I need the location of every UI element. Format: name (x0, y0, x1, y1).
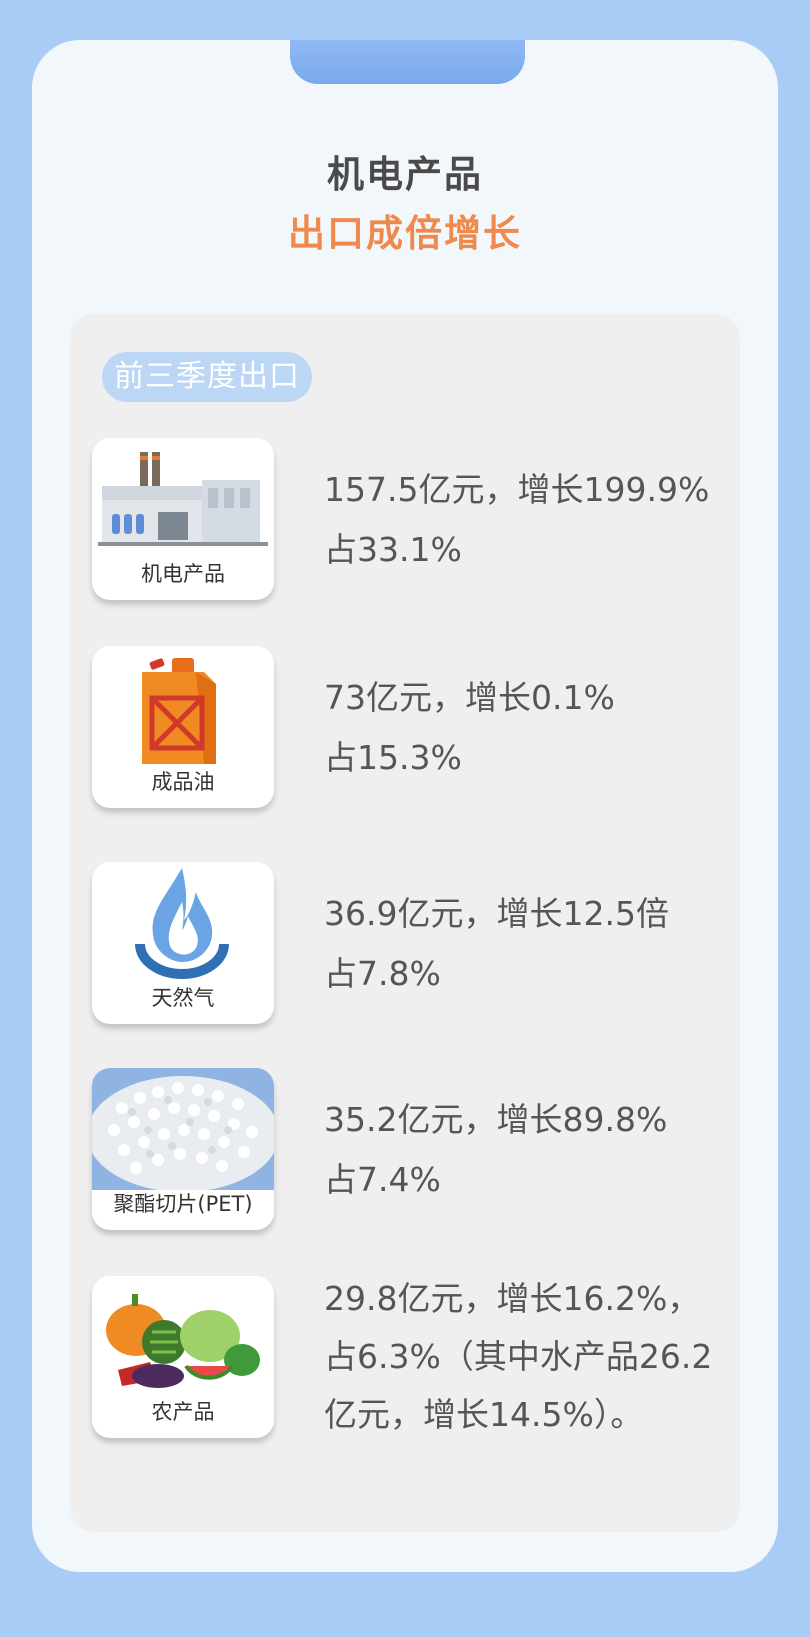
item-label: 机电产品 (141, 562, 225, 586)
item-label: 聚酯切片(PET) (113, 1192, 253, 1216)
list-item: 天然气 36.9亿元，增长12.5倍 占7.8% (92, 862, 742, 1027)
page-subtitle: 出口成倍增长 (288, 212, 522, 255)
list-item: 农产品 29.8亿元，增长16.2%， 占6.3%（其中水产品26.2 亿元，增… (92, 1276, 742, 1441)
vegetables-icon (106, 1294, 260, 1388)
item-icon-box: 天然气 (92, 862, 274, 1024)
item-icon-box: 机电产品 (92, 438, 274, 600)
item-description: 157.5亿元，增长199.9% 占33.1% (324, 470, 710, 569)
top-notch (290, 40, 525, 84)
item-icon-box: 成品油 (92, 646, 274, 808)
page-title: 机电产品 (327, 153, 483, 196)
list-item: 成品油 73亿元，增长0.1% 占15.3% (92, 646, 742, 811)
item-icon-box: 农产品 (92, 1276, 274, 1438)
item-description: 73亿元，增长0.1% 占15.3% (324, 678, 615, 777)
item-description: 35.2亿元，增长89.8% 占7.4% (324, 1100, 668, 1199)
item-icon-box: 聚酯切片(PET) (92, 1068, 274, 1230)
section-label: 前三季度出口 (102, 352, 312, 402)
item-label: 农产品 (151, 1400, 215, 1424)
fuel-can-icon (142, 658, 216, 764)
item-description: 36.9亿元，增长12.5倍 占7.8% (324, 894, 669, 993)
gas-flame-icon (135, 868, 229, 979)
item-description: 29.8亿元，增长16.2%， 占6.3%（其中水产品26.2 亿元，增长14.… (324, 1279, 713, 1434)
list-item: 聚酯切片(PET) 35.2亿元，增长89.8% 占7.4% (92, 1068, 742, 1233)
item-label: 成品油 (151, 770, 215, 794)
item-label: 天然气 (151, 986, 215, 1010)
factory-icon (98, 452, 268, 546)
list-item: 机电产品 157.5亿元，增长199.9% 占33.1% (92, 438, 742, 603)
pet-pellets-icon (92, 1068, 274, 1190)
